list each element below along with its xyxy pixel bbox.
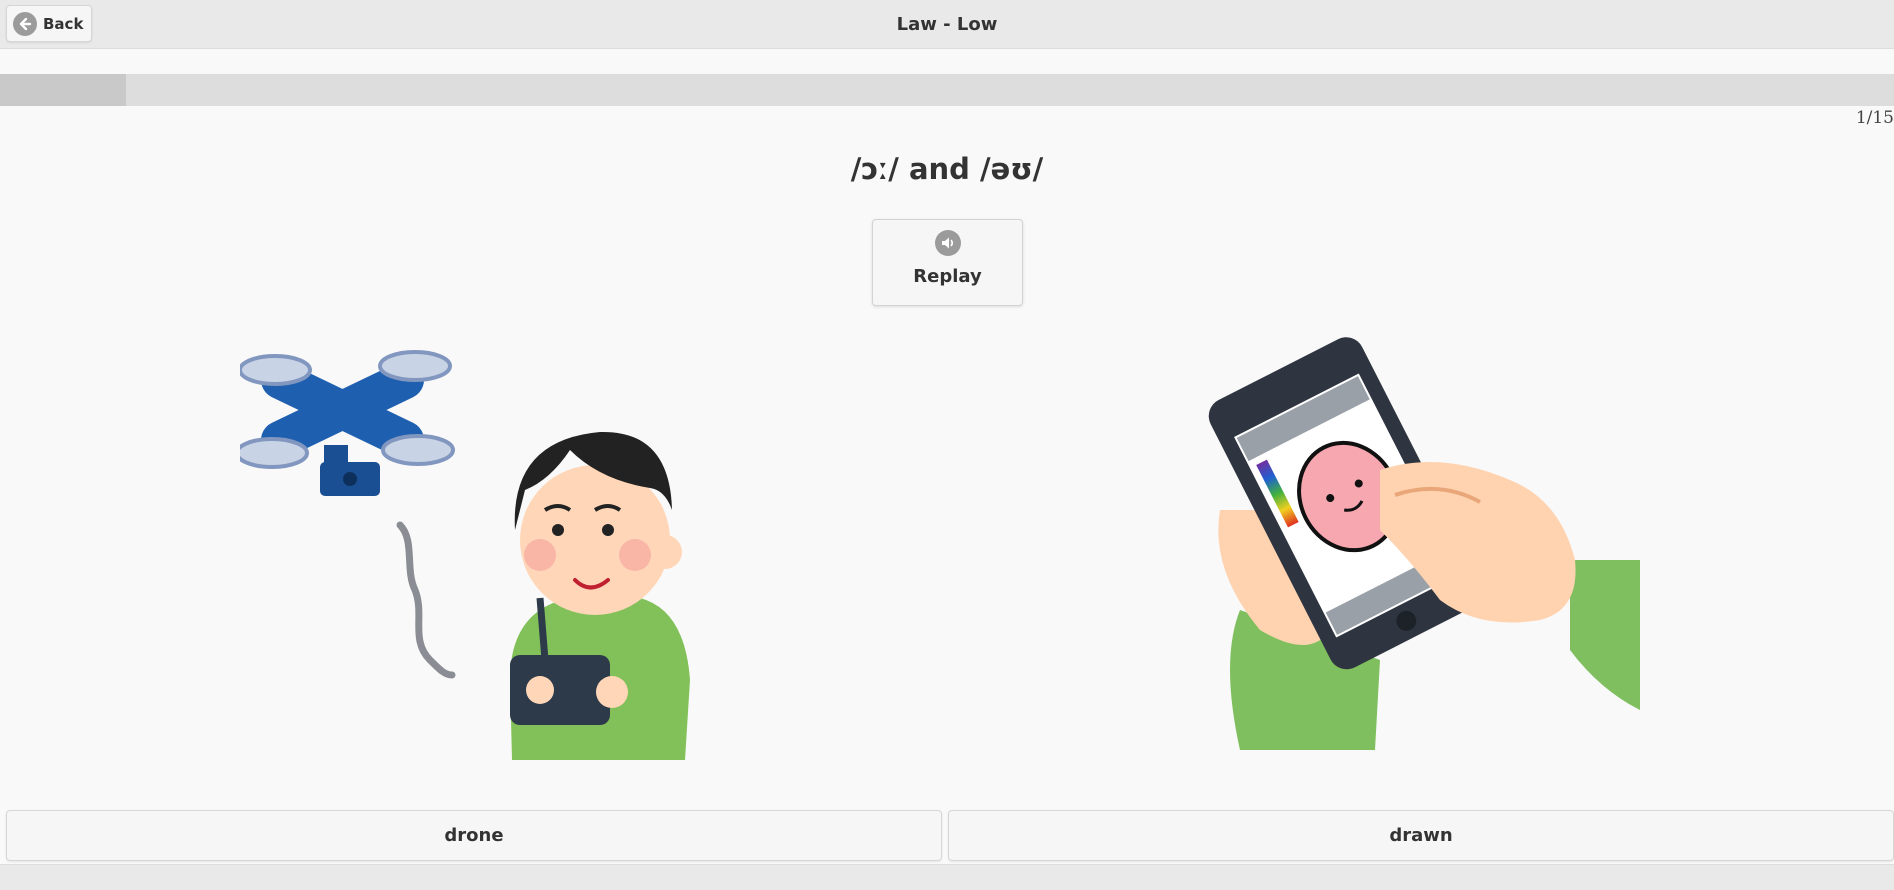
boy-flying-drone-illustration[interactable] (240, 340, 700, 760)
speaker-icon (934, 230, 961, 256)
hand-drawing-on-smartphone-illustration[interactable] (1180, 330, 1650, 760)
replay-button[interactable]: Replay (872, 219, 1023, 306)
footer-bar (0, 864, 1894, 890)
progress-bar (0, 74, 1894, 106)
header-bar: Law - Low Back (0, 0, 1894, 49)
drone-icon (240, 350, 455, 496)
question-counter: 1/15 (1855, 108, 1894, 128)
choice-button-drone[interactable]: drone (6, 810, 942, 861)
replay-label: Replay (913, 266, 982, 287)
progress-fill (0, 74, 127, 106)
choice-label: drone (444, 825, 504, 846)
phoneme-pair-title: /ɔː/ and /əʊ/ (850, 152, 1044, 186)
choice-button-drawn[interactable]: drawn (948, 810, 1894, 861)
choice-label: drawn (1389, 825, 1453, 846)
boy-icon (510, 431, 690, 760)
arrow-left-circle-icon (13, 11, 37, 36)
page-title: Law - Low (896, 14, 998, 35)
back-button[interactable]: Back (6, 5, 92, 42)
back-button-label: Back (43, 14, 84, 33)
